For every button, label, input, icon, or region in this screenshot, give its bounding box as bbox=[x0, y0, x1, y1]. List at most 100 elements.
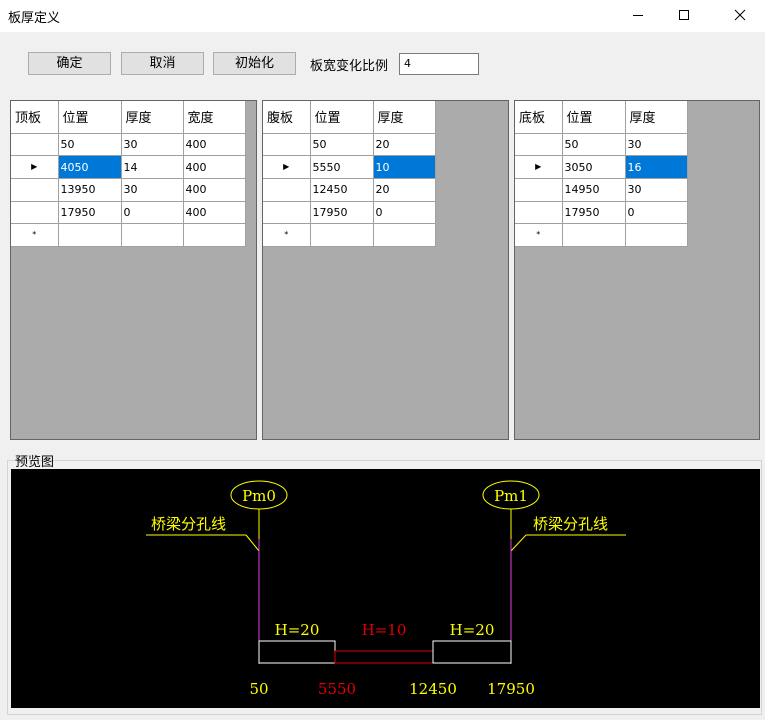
row-header[interactable] bbox=[11, 178, 59, 202]
grid-header-cell: 底板 bbox=[515, 101, 563, 134]
row-header[interactable] bbox=[515, 178, 563, 202]
row-header[interactable] bbox=[263, 201, 311, 224]
grid-cell[interactable]: 50 bbox=[310, 133, 374, 156]
segment-label-3: H=20 bbox=[450, 621, 495, 639]
position-label-1: 50 bbox=[249, 680, 268, 698]
top-plate-grid[interactable]: 顶板 位置 厚度 宽度 50 30 400 ▶ 4050 14 400 1395… bbox=[10, 100, 257, 440]
row-header[interactable]: * bbox=[515, 223, 563, 247]
row-header[interactable] bbox=[515, 201, 563, 224]
new-row[interactable]: * bbox=[515, 223, 688, 247]
grid-cell[interactable]: 4050 bbox=[58, 155, 122, 179]
segment-rect-2 bbox=[334, 650, 434, 664]
row-header[interactable] bbox=[11, 133, 59, 156]
grid-cell[interactable] bbox=[183, 223, 246, 247]
grid-cell[interactable]: 30 bbox=[121, 178, 184, 202]
grid-header-cell[interactable]: 厚度 bbox=[121, 101, 184, 134]
grid-cell[interactable] bbox=[373, 223, 436, 247]
table-row[interactable]: ▶ 4050 14 400 bbox=[11, 155, 246, 179]
grid-cell[interactable]: 14950 bbox=[562, 178, 626, 202]
bottom-plate-grid[interactable]: 底板 位置 厚度 50 30 ▶ 3050 16 14950 30 17950 … bbox=[514, 100, 760, 440]
init-button[interactable]: 初始化 bbox=[213, 52, 296, 75]
table-row[interactable]: 50 20 bbox=[263, 133, 436, 156]
new-row[interactable]: * bbox=[263, 223, 436, 247]
web-plate-grid[interactable]: 腹板 位置 厚度 50 20 ▶ 5550 10 12450 20 17950 … bbox=[262, 100, 509, 440]
row-header[interactable]: ▶ bbox=[263, 155, 311, 179]
table-row[interactable]: ▶ 5550 10 bbox=[263, 155, 436, 179]
division-label-right: 桥梁分孔线 bbox=[533, 515, 608, 533]
grid-cell[interactable]: 17950 bbox=[310, 201, 374, 224]
row-header[interactable]: ▶ bbox=[515, 155, 563, 179]
grid-header-cell[interactable]: 位置 bbox=[310, 101, 374, 134]
division-label-left: 桥梁分孔线 bbox=[151, 515, 226, 533]
grid-cell[interactable]: 10 bbox=[373, 155, 436, 179]
table-row[interactable]: 14950 30 bbox=[515, 178, 688, 202]
grid-cell[interactable]: 5550 bbox=[310, 155, 374, 179]
grid-header-row: 底板 位置 厚度 bbox=[515, 101, 688, 134]
grid-cell[interactable]: 17950 bbox=[562, 201, 626, 224]
ratio-input[interactable]: 4 bbox=[399, 53, 479, 75]
grid-header-cell: 顶板 bbox=[11, 101, 59, 134]
minimize-button[interactable] bbox=[615, 0, 661, 30]
grid-cell[interactable]: 20 bbox=[373, 133, 436, 156]
row-header[interactable]: * bbox=[263, 223, 311, 247]
grid-header-cell[interactable]: 厚度 bbox=[373, 101, 436, 134]
grid-header-cell[interactable]: 宽度 bbox=[183, 101, 246, 134]
grid-cell[interactable] bbox=[121, 223, 184, 247]
grid-cell[interactable]: 0 bbox=[121, 201, 184, 224]
grid-header-cell[interactable]: 位置 bbox=[562, 101, 626, 134]
minimize-icon bbox=[633, 15, 643, 16]
grid-cell[interactable]: 30 bbox=[121, 133, 184, 156]
close-button[interactable] bbox=[717, 0, 763, 30]
grid-cell[interactable]: 17950 bbox=[58, 201, 122, 224]
grid-cell[interactable] bbox=[562, 223, 626, 247]
row-header[interactable]: * bbox=[11, 223, 59, 247]
cancel-button[interactable]: 取消 bbox=[121, 52, 204, 75]
grid-header-cell: 腹板 bbox=[263, 101, 311, 134]
ok-button[interactable]: 确定 bbox=[28, 52, 111, 75]
grid-cell[interactable]: 400 bbox=[183, 155, 246, 179]
table-row[interactable]: 50 30 400 bbox=[11, 133, 246, 156]
pier-right-leader bbox=[510, 534, 527, 552]
grid-cell[interactable] bbox=[625, 223, 688, 247]
pier-left-label: Pm0 bbox=[242, 487, 276, 505]
grid-cell[interactable]: 16 bbox=[625, 155, 688, 179]
grid-header-cell[interactable]: 位置 bbox=[58, 101, 122, 134]
grid-cell[interactable]: 12450 bbox=[310, 178, 374, 202]
grid-cell[interactable]: 400 bbox=[183, 133, 246, 156]
grid-cell[interactable]: 30 bbox=[625, 133, 688, 156]
pier-left-leader bbox=[245, 534, 260, 552]
grid-cell[interactable]: 13950 bbox=[58, 178, 122, 202]
grid-cell[interactable]: 14 bbox=[121, 155, 184, 179]
grid-cell[interactable] bbox=[310, 223, 374, 247]
grid-header-cell[interactable]: 厚度 bbox=[625, 101, 688, 134]
grid-cell[interactable]: 20 bbox=[373, 178, 436, 202]
grid-cell[interactable]: 400 bbox=[183, 201, 246, 224]
row-header[interactable] bbox=[515, 133, 563, 156]
preview-canvas: Pm0 桥梁分孔线 Pm1 桥梁分孔线 H=20 H=10 H=20 50 55… bbox=[11, 469, 760, 708]
table-row[interactable]: 17950 0 bbox=[515, 201, 688, 224]
table-row[interactable]: 50 30 bbox=[515, 133, 688, 156]
row-header[interactable] bbox=[11, 201, 59, 224]
table-row[interactable]: 12450 20 bbox=[263, 178, 436, 202]
table-row[interactable]: ▶ 3050 16 bbox=[515, 155, 688, 179]
grid-cell[interactable]: 0 bbox=[625, 201, 688, 224]
grid-cell[interactable]: 50 bbox=[562, 133, 626, 156]
grid-cell[interactable]: 50 bbox=[58, 133, 122, 156]
position-label-4: 17950 bbox=[487, 680, 535, 698]
row-header[interactable]: ▶ bbox=[11, 155, 59, 179]
table-row[interactable]: 17950 0 400 bbox=[11, 201, 246, 224]
table-row[interactable]: 13950 30 400 bbox=[11, 178, 246, 202]
grid-cell[interactable]: 30 bbox=[625, 178, 688, 202]
new-row[interactable]: * bbox=[11, 223, 246, 247]
table-row[interactable]: 17950 0 bbox=[263, 201, 436, 224]
maximize-button[interactable] bbox=[661, 0, 707, 30]
grid-cell[interactable]: 0 bbox=[373, 201, 436, 224]
grid-cell[interactable]: 400 bbox=[183, 178, 246, 202]
segment-rect-1 bbox=[258, 640, 336, 664]
grid-cell[interactable] bbox=[58, 223, 122, 247]
maximize-icon bbox=[679, 10, 689, 20]
position-label-3: 12450 bbox=[409, 680, 457, 698]
grid-cell[interactable]: 3050 bbox=[562, 155, 626, 179]
row-header[interactable] bbox=[263, 178, 311, 202]
row-header[interactable] bbox=[263, 133, 311, 156]
